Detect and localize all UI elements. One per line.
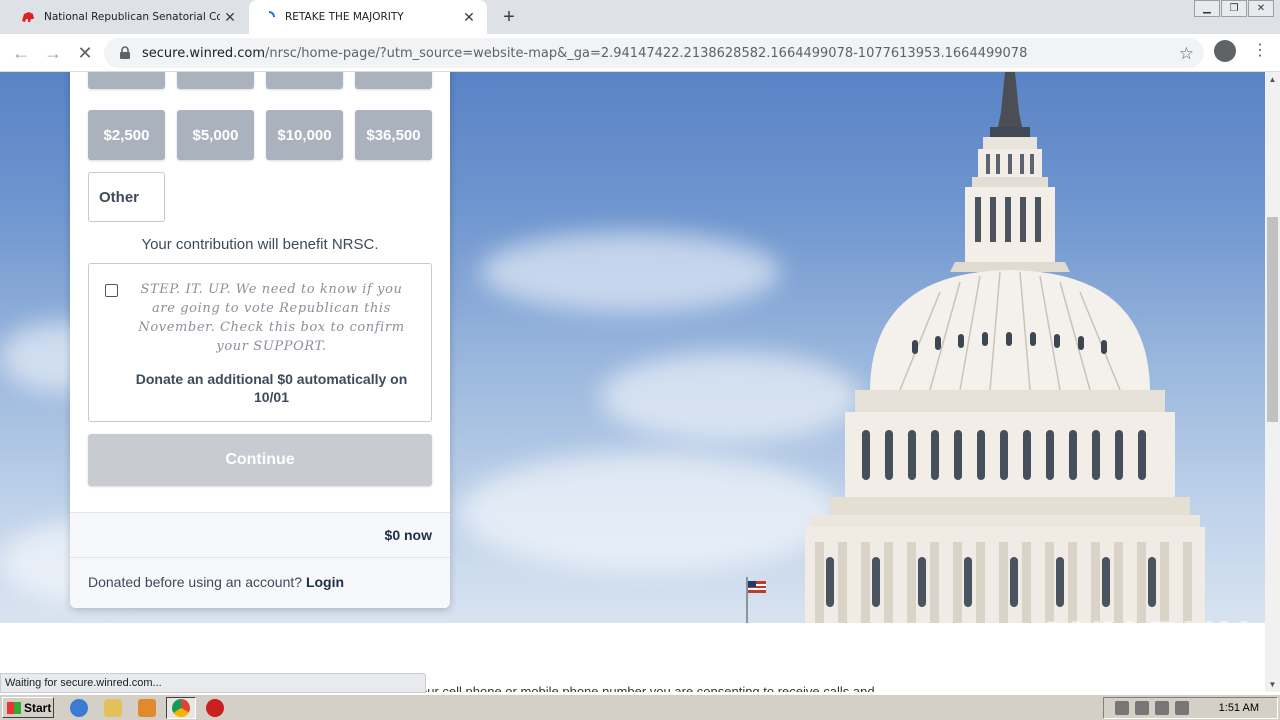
minimize-button[interactable]: ▁ [1194,0,1220,17]
watermark: ANY RUN [1035,611,1251,663]
browser-toolbar: ← → ✕ secure.winred.com/nrsc/home-page/?… [0,34,1280,72]
url-host: secure.winred.com [142,45,266,61]
continue-button[interactable]: Continue [88,434,432,486]
start-label: Start [24,700,52,715]
opera-icon[interactable] [206,699,224,717]
tab-title: RETAKE THE MAJORITY [285,11,404,23]
clock: 1:51 AM [1218,702,1259,714]
tab-close-icon[interactable]: ✕ [459,7,479,27]
login-footer: Donated before using an account? Login [70,557,450,608]
upsell-box: STEP. IT. UP. We need to know if you are… [88,263,432,422]
login-link[interactable]: Login [306,574,344,590]
amount-button-36500[interactable]: $36,500 [355,110,432,160]
scroll-up-arrow-icon[interactable]: ▲ [1265,72,1280,87]
system-tray: 1:51 AM [1103,697,1278,719]
amount-button-2500[interactable]: $2,500 [88,110,165,160]
amount-button-10000[interactable]: $10,000 [266,110,343,160]
amount-button[interactable]: $250 [355,72,432,89]
donation-form-card: $35 $51 $100 $250 $2,500 $5,000 $10,000 … [70,72,450,608]
tray-arrow-icon[interactable] [1114,701,1129,715]
tab-title: National Republican Senatorial Comm [44,11,220,23]
benefit-text: Your contribution will benefit NRSC. [141,236,379,253]
restore-button[interactable]: ❐ [1221,0,1247,17]
consent-text: our cell phone or mobile phone number yo… [420,684,875,692]
address-bar[interactable]: secure.winred.com/nrsc/home-page/?utm_so… [104,38,1204,68]
volume-icon[interactable] [1134,701,1149,715]
login-prompt-text: Donated before using an account? [88,574,303,590]
url-text: secure.winred.com/nrsc/home-page/?utm_so… [142,46,1027,61]
forward-arrow-icon[interactable]: → [42,42,64,64]
amount-button[interactable]: $100 [266,72,343,89]
upsell-recurring-text: Donate an additional $0 automatically on… [135,371,408,405]
browser-menu-icon[interactable]: ⋮ [1252,42,1268,62]
tab-strip: National Republican Senatorial Comm ✕ RE… [0,0,1280,34]
flag-icon[interactable] [1174,701,1189,715]
login-prompt: Donated before using an account? Login [88,574,344,590]
amount-button[interactable]: $51 [177,72,254,89]
folder-icon[interactable] [104,699,122,717]
status-bar: Waiting for secure.winred.com... [0,673,426,693]
page-viewport: $35 $51 $100 $250 $2,500 $5,000 $10,000 … [0,72,1265,692]
lock-icon [120,46,130,59]
upsell-pitch-text: STEP. IT. UP. We need to know if you are… [138,282,405,354]
internet-explorer-icon[interactable] [70,699,88,717]
windows-logo-icon [7,701,21,714]
close-window-button[interactable]: ✕ [1248,0,1274,17]
chrome-icon[interactable] [172,699,190,717]
scroll-thumb[interactable] [1267,217,1278,422]
amount-button-5000[interactable]: $5,000 [177,110,254,160]
windows-taskbar: Start 1:51 AM [0,694,1280,720]
stop-loading-icon[interactable]: ✕ [74,42,96,64]
url-path: /nrsc/home-page/?utm_source=website-map&… [265,45,1028,61]
start-button[interactable]: Start [2,697,54,718]
bookmark-star-icon[interactable]: ☆ [1179,44,1194,64]
new-tab-button[interactable]: + [498,6,520,28]
media-player-icon[interactable] [138,699,156,717]
page-scrollbar[interactable]: ▲ ▼ [1265,72,1280,692]
profile-avatar-icon[interactable] [1214,40,1236,62]
loading-favicon-icon [261,9,277,25]
scroll-down-arrow-icon[interactable]: ▼ [1265,677,1280,692]
upsell-checkbox[interactable] [105,284,118,297]
network-icon[interactable] [1154,701,1169,715]
other-amount-input[interactable]: Other [88,172,165,222]
window-controls: ▁ ❐ ✕ [1193,0,1274,18]
tab-retake-the-majority[interactable]: RETAKE THE MAJORITY ✕ [249,0,487,34]
donation-summary: $0 now [70,513,450,557]
total-amount: $0 now [384,527,432,543]
elephant-favicon-icon [20,9,36,25]
tab-nrsc[interactable]: National Republican Senatorial Comm ✕ [8,0,248,34]
tab-close-icon[interactable]: ✕ [220,7,240,27]
amount-button[interactable]: $35 [88,72,165,89]
other-amount-placeholder: Other [99,188,140,206]
back-arrow-icon[interactable]: ← [10,42,32,64]
